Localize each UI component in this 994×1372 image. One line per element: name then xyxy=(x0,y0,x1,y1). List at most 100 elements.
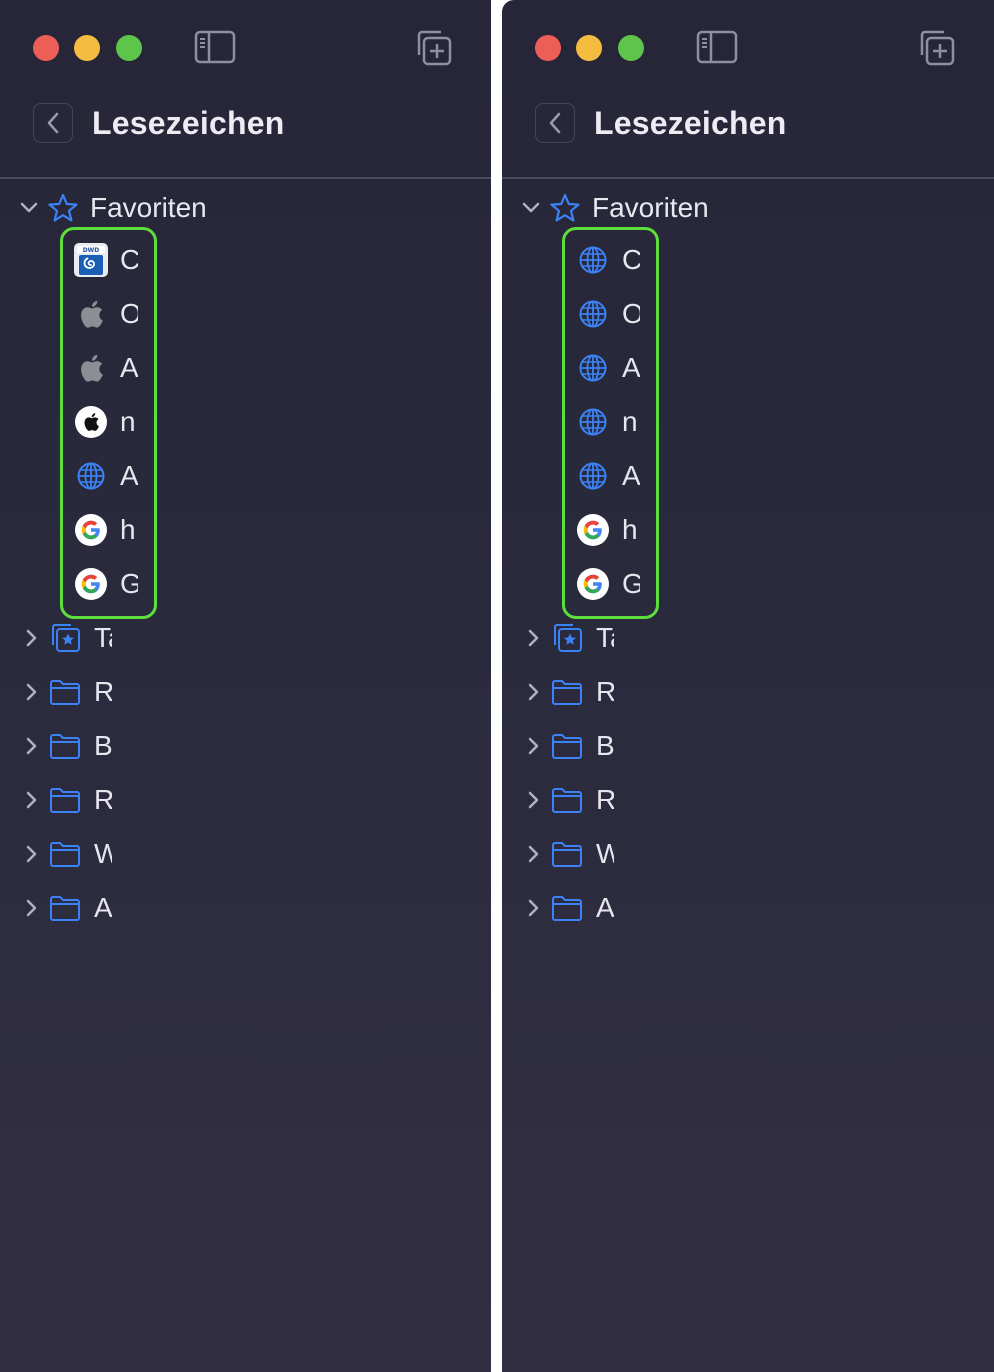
bookmarks-panel-left: Lesezeichen Favoriten DWDCOAnAhG TaRBRWA xyxy=(0,0,491,1372)
zoom-window-button[interactable] xyxy=(618,35,644,61)
chevron-right-icon[interactable] xyxy=(522,726,544,766)
favorites-label: Favoriten xyxy=(592,192,709,223)
chevron-right-icon[interactable] xyxy=(20,618,42,658)
chevron-left-icon xyxy=(549,112,561,134)
tab-group-star-icon xyxy=(48,621,82,655)
bookmark-folder-row[interactable]: W xyxy=(522,834,614,874)
bookmark-label: A xyxy=(120,352,138,383)
bookmark-folder-row[interactable]: R xyxy=(522,780,614,820)
bookmark-folder-row[interactable]: A xyxy=(522,888,614,928)
bookmark-label: n xyxy=(622,406,638,437)
favorite-bookmark-item[interactable]: A xyxy=(72,454,138,498)
folder-label: R xyxy=(596,676,614,707)
bookmark-folder-row[interactable]: B xyxy=(20,726,112,766)
bookmark-label: O xyxy=(622,298,640,329)
chevron-right-icon[interactable] xyxy=(522,618,544,658)
folder-icon xyxy=(48,783,82,817)
folder-label: A xyxy=(596,892,614,923)
new-tab-button[interactable] xyxy=(413,28,453,68)
favorite-bookmark-item[interactable]: O xyxy=(72,292,138,336)
star-icon xyxy=(550,193,580,223)
favorite-bookmark-item[interactable]: n xyxy=(574,400,640,444)
favorite-bookmark-item[interactable]: O xyxy=(574,292,640,336)
bookmark-folder-row[interactable]: R xyxy=(20,780,112,820)
new-tab-button[interactable] xyxy=(916,28,956,68)
favorite-bookmark-item[interactable]: C xyxy=(574,238,640,282)
back-button[interactable] xyxy=(535,103,575,143)
bookmark-label: G xyxy=(120,568,138,599)
apple-gray-icon xyxy=(72,349,110,387)
favorites-label: Favoriten xyxy=(90,192,207,223)
favorite-bookmark-item[interactable]: A xyxy=(574,346,640,390)
chevron-right-icon[interactable] xyxy=(522,888,544,928)
favorites-folder-row[interactable]: Favoriten xyxy=(18,188,207,228)
minimize-window-button[interactable] xyxy=(576,35,602,61)
bookmark-folder-row[interactable]: B xyxy=(522,726,614,766)
google-icon xyxy=(574,511,612,549)
bookmark-label: C xyxy=(622,244,640,275)
page-title: Lesezeichen xyxy=(594,105,787,141)
bookmark-label: A xyxy=(120,460,138,491)
bookmark-folder-row[interactable]: R xyxy=(20,672,112,712)
folder-icon xyxy=(550,891,584,925)
bookmark-label: h xyxy=(622,514,638,545)
globe-icon xyxy=(574,241,612,279)
bookmark-folder-row[interactable]: Ta xyxy=(20,618,112,658)
bookmark-folder-row[interactable]: A xyxy=(20,888,112,928)
bookmark-folder-row[interactable]: Ta xyxy=(522,618,614,658)
sidebar-toggle-button[interactable] xyxy=(194,30,236,64)
star-icon xyxy=(48,193,78,223)
folder-label: Ta xyxy=(94,622,112,653)
favorite-bookmark-item[interactable]: G xyxy=(574,562,640,606)
back-button[interactable] xyxy=(33,103,73,143)
favorites-folder-row[interactable]: Favoriten xyxy=(520,188,709,228)
favorite-bookmark-item[interactable]: A xyxy=(72,346,138,390)
globe-icon xyxy=(574,457,612,495)
folder-label: R xyxy=(596,784,614,815)
bookmark-label: C xyxy=(120,244,138,275)
bookmark-label: A xyxy=(622,352,640,383)
chevron-right-icon[interactable] xyxy=(20,780,42,820)
folder-label: R xyxy=(94,676,112,707)
folder-icon xyxy=(550,837,584,871)
close-window-button[interactable] xyxy=(33,35,59,61)
bookmark-folder-row[interactable]: W xyxy=(20,834,112,874)
folder-label: W xyxy=(596,838,614,869)
bookmark-folder-row[interactable]: R xyxy=(522,672,614,712)
apple-gray-icon xyxy=(72,295,110,333)
bookmark-label: h xyxy=(120,514,136,545)
chevron-down-icon[interactable] xyxy=(18,188,40,228)
bookmarks-panel-right: Lesezeichen Favoriten COAnAhG TaRBRWA xyxy=(502,0,994,1372)
chevron-down-icon[interactable] xyxy=(520,188,542,228)
folder-label: W xyxy=(94,838,112,869)
chevron-right-icon[interactable] xyxy=(522,834,544,874)
favorite-bookmark-item[interactable]: G xyxy=(72,562,138,606)
close-window-button[interactable] xyxy=(535,35,561,61)
chevron-right-icon[interactable] xyxy=(522,672,544,712)
folder-icon xyxy=(550,783,584,817)
google-icon xyxy=(72,511,110,549)
folder-icon xyxy=(48,729,82,763)
bookmark-label: G xyxy=(622,568,640,599)
favorite-bookmark-item[interactable]: n xyxy=(72,400,138,444)
zoom-window-button[interactable] xyxy=(116,35,142,61)
folder-label: B xyxy=(596,730,614,761)
favorite-bookmark-item[interactable]: A xyxy=(574,454,640,498)
folder-icon xyxy=(48,837,82,871)
sidebar-toggle-button[interactable] xyxy=(696,30,738,64)
favorite-bookmark-item[interactable]: h xyxy=(72,508,138,552)
chevron-right-icon[interactable] xyxy=(20,888,42,928)
globe-icon xyxy=(72,457,110,495)
folder-label: B xyxy=(94,730,112,761)
minimize-window-button[interactable] xyxy=(74,35,100,61)
chevron-right-icon[interactable] xyxy=(20,726,42,766)
chevron-right-icon[interactable] xyxy=(522,780,544,820)
bookmark-label: n xyxy=(120,406,136,437)
sidebar-icon xyxy=(696,30,738,64)
folder-label: R xyxy=(94,784,112,815)
chevron-right-icon[interactable] xyxy=(20,672,42,712)
favorite-bookmark-item[interactable]: DWD C xyxy=(72,238,138,282)
page-title: Lesezeichen xyxy=(92,105,285,141)
favorite-bookmark-item[interactable]: h xyxy=(574,508,640,552)
chevron-right-icon[interactable] xyxy=(20,834,42,874)
